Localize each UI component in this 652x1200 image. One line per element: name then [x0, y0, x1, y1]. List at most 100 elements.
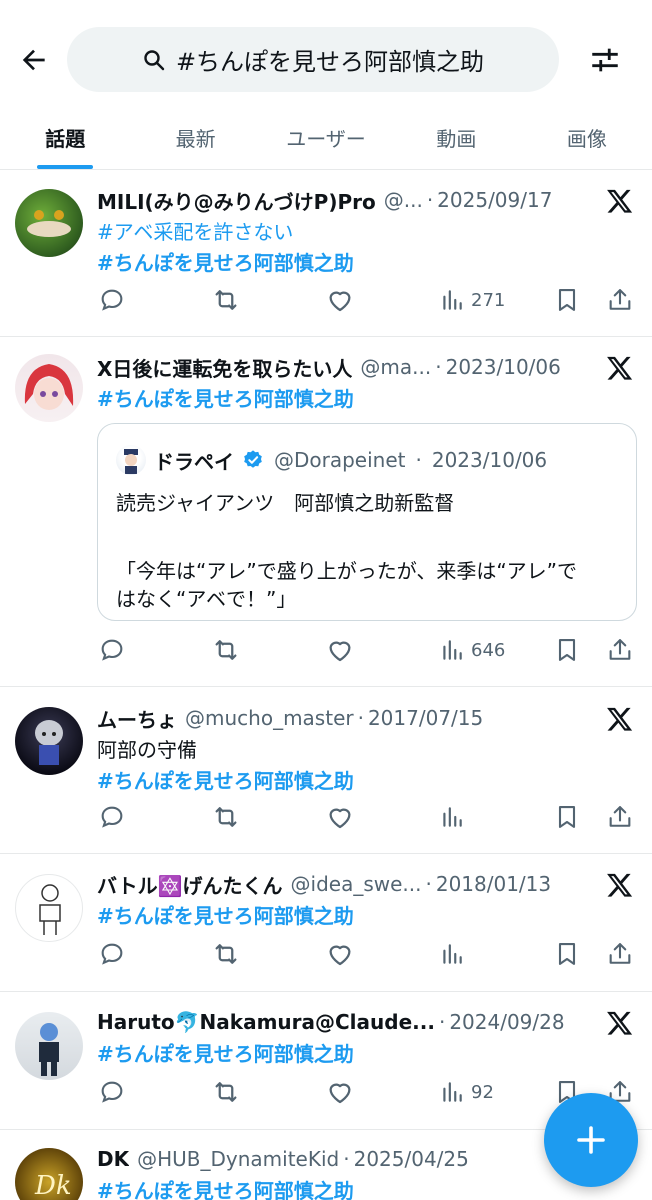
- hashtag-link[interactable]: #ちんぽを見せろ阿部慎之助: [97, 247, 354, 276]
- bookmark-button[interactable]: [553, 934, 581, 974]
- display-name[interactable]: バトル🔯げんたくん: [97, 870, 283, 899]
- tweet-card[interactable]: X日後に運転免を取らたい人 @ma... · 2023/10/06 #ちんぽを見…: [0, 337, 652, 687]
- like-button[interactable]: [325, 280, 355, 320]
- display-name[interactable]: X日後に運転免を取らたい人: [97, 353, 352, 382]
- user-handle[interactable]: @ma...: [360, 355, 431, 379]
- back-button[interactable]: [14, 40, 54, 80]
- bookmark-button[interactable]: [553, 280, 581, 320]
- tab-users[interactable]: ユーザー: [261, 105, 391, 169]
- retweet-button[interactable]: [211, 934, 241, 974]
- tweet-card[interactable]: バトル🔯げんたくん @idea_swe... · 2018/01/13 #ちんぽ…: [0, 854, 652, 992]
- reply-button[interactable]: [98, 934, 126, 974]
- avatar[interactable]: [15, 707, 83, 775]
- like-button[interactable]: [325, 630, 355, 670]
- user-handle[interactable]: @...: [384, 188, 423, 212]
- tweet-date[interactable]: 2025/04/25: [354, 1147, 469, 1171]
- tweet-date[interactable]: 2018/01/13: [436, 872, 551, 896]
- avatar[interactable]: Dk: [15, 1148, 83, 1200]
- hashtag-link[interactable]: #ちんぽを見せろ阿部慎之助: [97, 383, 354, 412]
- reply-button[interactable]: [98, 280, 126, 320]
- user-handle[interactable]: @HUB_DynamiteKid: [137, 1147, 339, 1171]
- views-button[interactable]: 271: [439, 280, 505, 320]
- top-bar: #ちんぽを見せろ阿部慎之助 話題 最新 ユーザー 動画 画像: [0, 0, 652, 170]
- user-handle[interactable]: @idea_swe...: [291, 872, 422, 896]
- like-button[interactable]: [325, 797, 355, 837]
- tweet-header: ムーちょ @mucho_master · 2017/07/15: [97, 703, 607, 733]
- share-icon: [609, 943, 631, 964]
- views-button[interactable]: [439, 797, 471, 837]
- retweet-icon: [215, 290, 237, 310]
- user-handle[interactable]: @mucho_master: [185, 706, 354, 730]
- x-logo-icon: [604, 703, 636, 735]
- reply-button[interactable]: [98, 797, 126, 837]
- tweet-card[interactable]: ムーちょ @mucho_master · 2017/07/15 阿部の守備 #ち…: [0, 687, 652, 854]
- quoted-tweet[interactable]: ドラペイ @Dorapeinet · 2023/10/06 読売ジャイアンツ 阿…: [97, 423, 637, 621]
- compose-button[interactable]: [544, 1093, 638, 1187]
- hashtag-link[interactable]: #ちんぽを見せろ阿部慎之助: [97, 1175, 354, 1200]
- display-name[interactable]: DK: [97, 1147, 129, 1171]
- heart-icon: [329, 945, 351, 966]
- tweet-date[interactable]: 2017/07/15: [368, 706, 483, 730]
- retweet-icon: [215, 1082, 237, 1102]
- views-button[interactable]: 92: [439, 1072, 494, 1112]
- bookmark-button[interactable]: [553, 797, 581, 837]
- share-icon: [609, 639, 631, 660]
- filter-button[interactable]: [585, 40, 625, 80]
- display-name[interactable]: Haruto🐬Nakamura@Claude...: [97, 1010, 435, 1034]
- bookmark-button[interactable]: [553, 630, 581, 670]
- share-button[interactable]: [606, 280, 634, 320]
- bookmark-icon: [558, 289, 576, 311]
- like-button[interactable]: [325, 1072, 355, 1112]
- bar-chart-icon: [443, 807, 462, 827]
- bookmark-icon: [558, 806, 576, 828]
- tweet-header: DK @HUB_DynamiteKid · 2025/04/25: [97, 1144, 607, 1174]
- reply-button[interactable]: [98, 1072, 126, 1112]
- retweet-button[interactable]: [211, 797, 241, 837]
- tab-videos[interactable]: 動画: [391, 105, 521, 169]
- share-button[interactable]: [606, 934, 634, 974]
- search-input[interactable]: #ちんぽを見せろ阿部慎之助: [67, 27, 559, 92]
- sliders-icon: [592, 48, 618, 72]
- share-icon: [609, 806, 631, 827]
- tab-images[interactable]: 画像: [522, 105, 652, 169]
- hashtag-link[interactable]: #アベ采配を許さない: [97, 216, 293, 245]
- hashtag-link[interactable]: #ちんぽを見せろ阿部慎之助: [97, 1038, 354, 1067]
- retweet-button[interactable]: [211, 630, 241, 670]
- hashtag-link[interactable]: #ちんぽを見せろ阿部慎之助: [97, 765, 354, 794]
- reply-icon: [101, 289, 123, 311]
- avatar[interactable]: [15, 189, 83, 257]
- avatar[interactable]: [15, 354, 83, 422]
- share-button[interactable]: [606, 797, 634, 837]
- x-logo-icon: [604, 1007, 636, 1039]
- display-name[interactable]: ムーちょ: [97, 704, 177, 733]
- bookmark-icon: [558, 943, 576, 965]
- tab-top[interactable]: 話題: [0, 105, 130, 169]
- retweet-icon: [215, 807, 237, 827]
- tweet-header: バトル🔯げんたくん @idea_swe... · 2018/01/13: [97, 869, 607, 899]
- retweet-button[interactable]: [211, 280, 241, 320]
- x-logo-icon: [604, 185, 636, 217]
- separator-dot: ·: [438, 1010, 446, 1034]
- reply-button[interactable]: [98, 630, 126, 670]
- search-icon: [144, 49, 165, 70]
- view-count: 646: [471, 639, 506, 661]
- views-button[interactable]: [439, 934, 471, 974]
- retweet-icon: [215, 944, 237, 964]
- tweet-card[interactable]: MILI(みり@みりんづけP)Pro @... · 2025/09/17 #アベ…: [0, 170, 652, 337]
- share-button[interactable]: [606, 630, 634, 670]
- heart-icon: [329, 808, 351, 829]
- hashtag-link[interactable]: #ちんぽを見せろ阿部慎之助: [97, 900, 354, 929]
- avatar[interactable]: [15, 1012, 83, 1080]
- tab-latest[interactable]: 最新: [130, 105, 260, 169]
- separator-dot: ·: [425, 872, 432, 896]
- retweet-button[interactable]: [211, 1072, 241, 1112]
- avatar[interactable]: [15, 874, 83, 942]
- tweet-date[interactable]: 2023/10/06: [446, 355, 561, 379]
- display-name[interactable]: MILI(みり@みりんづけP)Pro: [97, 186, 376, 215]
- tweet-date[interactable]: 2024/09/28: [449, 1010, 564, 1034]
- tweet-date[interactable]: 2025/09/17: [437, 188, 552, 212]
- tweet-header: X日後に運転免を取らたい人 @ma... · 2023/10/06: [97, 352, 607, 382]
- tweet-actions: [96, 797, 638, 837]
- views-button[interactable]: 646: [439, 630, 505, 670]
- like-button[interactable]: [325, 934, 355, 974]
